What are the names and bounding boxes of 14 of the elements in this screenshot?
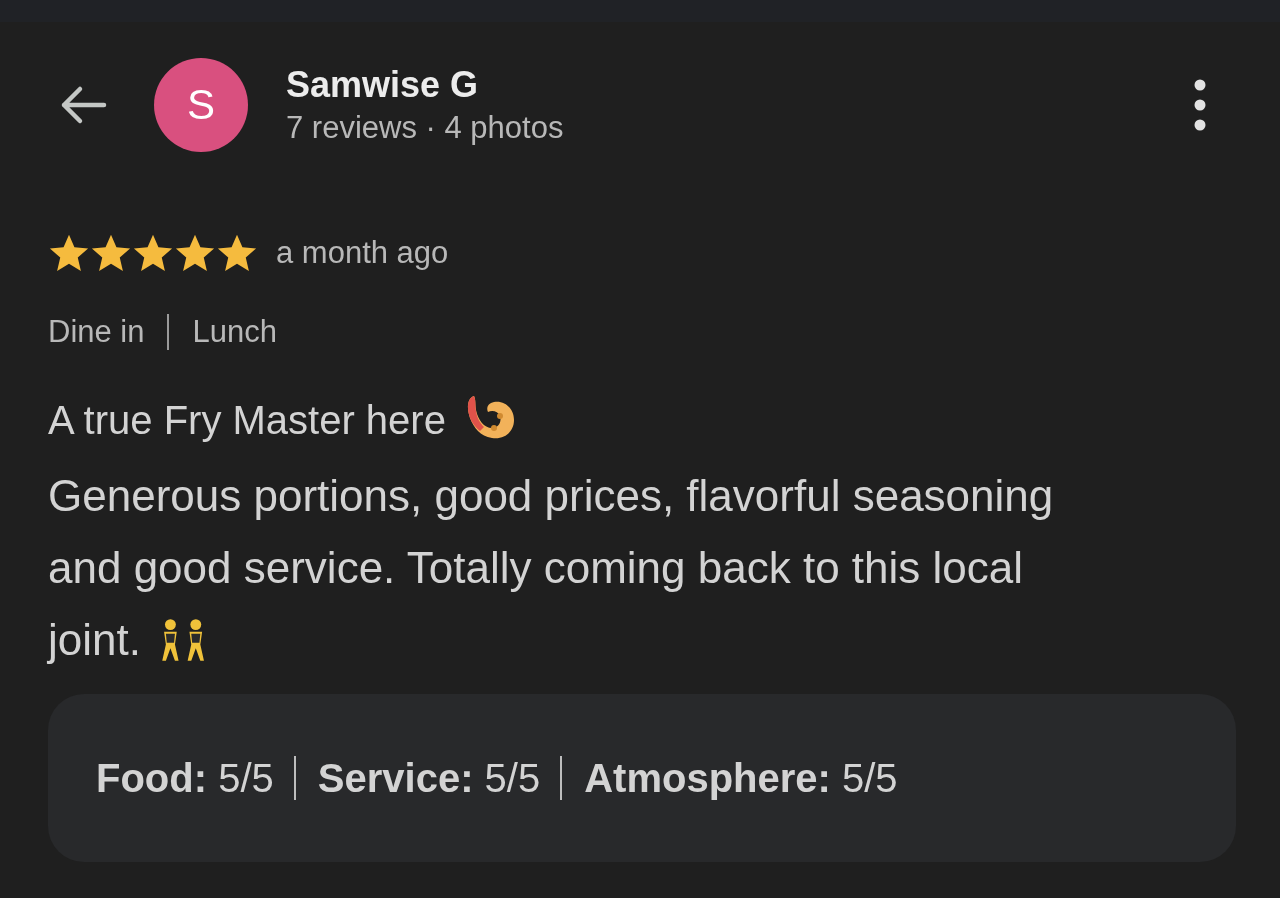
rating-score: Atmosphere: 5/5 xyxy=(560,756,898,800)
review-text-line: and good service. Totally coming back to this local xyxy=(48,542,1024,594)
more-options-icon[interactable] xyxy=(1194,79,1206,131)
review-text-line: joint. xyxy=(48,614,141,666)
visit-tag: Dine in xyxy=(48,314,145,350)
review-time: a month ago xyxy=(276,235,449,271)
rating-score: Service: 5/5 xyxy=(293,756,541,800)
review-headline: A true Fry Master here xyxy=(48,397,446,443)
reviewer-name: Samwise G xyxy=(286,64,480,106)
rating-score: Food: 5/5 xyxy=(96,755,274,801)
reviewer-stats: 7 reviews · 4 photos xyxy=(286,110,565,146)
avatar[interactable]: S xyxy=(154,58,248,152)
review-text-line: Generous portions, good prices, flavorful seasoning xyxy=(48,470,1054,522)
visit-tag: Lunch xyxy=(166,314,277,350)
